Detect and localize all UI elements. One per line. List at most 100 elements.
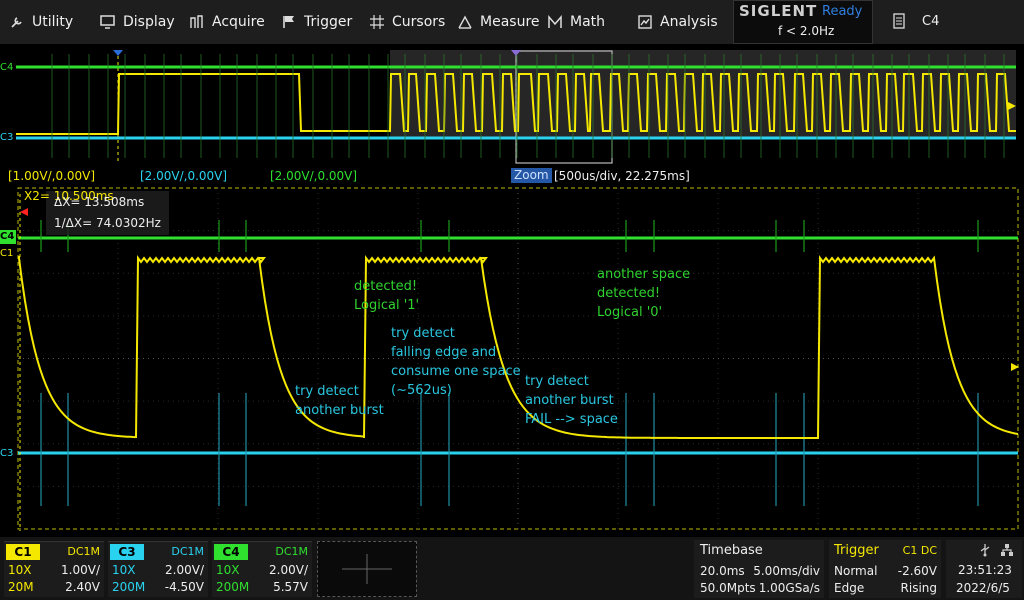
overview-c3-offset-marker: C3 [0, 132, 14, 143]
annotation-try-burst-2: try detect another burst FAIL --> space [525, 372, 618, 429]
annotation-try-falling: try detect falling edge and consume one … [391, 324, 521, 400]
menu-cursors-label: Cursors [392, 14, 446, 30]
menu-utility[interactable]: Utility [10, 0, 73, 44]
menu-acquire-label: Acquire [212, 14, 265, 30]
menu-analysis-label: Analysis [660, 14, 718, 30]
trigger-title: Trigger [834, 543, 879, 558]
annotation-detected-1: detected! Logical '1' [354, 277, 419, 315]
c4-probe: 10X [216, 563, 240, 577]
math-icon [548, 15, 562, 28]
cursor-inverse-delta: 1/ΔX= 74.0302Hz [54, 216, 161, 230]
c3-scale: 2.00V/ [165, 563, 204, 577]
timebase-delay: 20.0ms [700, 564, 745, 578]
add-channel-slot[interactable] [317, 541, 417, 597]
zoom-label[interactable]: Zoom [511, 168, 552, 183]
network-icon [1001, 544, 1013, 556]
timebase-scale: 5.00ms/div [753, 564, 820, 578]
trigger-type: Edge [834, 581, 865, 595]
menu-acquire[interactable]: Acquire [190, 0, 265, 44]
monitor-icon [100, 15, 115, 29]
timebase-title: Timebase [700, 543, 763, 558]
trigger-level: -2.60V [897, 564, 937, 578]
annotation-try-burst-1: try detect another burst [295, 382, 384, 420]
annotation-line: consume one space [391, 364, 521, 379]
c4-bandwidth: 200M [216, 580, 250, 594]
c1-scale: 1.00V/ [61, 563, 100, 577]
flag-icon [283, 16, 294, 28]
c4-scale: 2.00V/ [269, 563, 308, 577]
annotation-line: try detect [391, 326, 455, 341]
menu-display[interactable]: Display [100, 0, 175, 44]
annotation-another-space: another space detected! Logical '0' [597, 265, 690, 322]
wrench-icon [11, 17, 22, 28]
c1-probe: 10X [8, 563, 32, 577]
clock-date: 2022/6/5 [956, 581, 1010, 595]
c3-scale-readout: [2.00V/,0.00V] [140, 169, 228, 183]
annotation-line: detected! [354, 279, 418, 294]
c3-offset: -4.50V [164, 580, 204, 594]
c4-scale-readout: [2.00V/,0.00V] [270, 169, 358, 183]
trigger-mode: Normal [834, 564, 878, 578]
trigger-panel[interactable]: Trigger C1 DC Normal -2.60V Edge Rising [829, 540, 941, 598]
c1-offset-marker[interactable]: C1 [0, 247, 16, 261]
brand-logo: SIGLENT [739, 2, 818, 20]
annotation-line: (~562us) [391, 383, 452, 398]
clock-panel: 23:51:23 2022/6/5 [946, 540, 1022, 598]
crosshair-icon [370, 15, 384, 29]
c1-offset: 2.40V [65, 580, 100, 594]
c1-coupling: DC1M [67, 545, 100, 558]
c3-tag: C3 [110, 544, 144, 560]
c3-offset-marker[interactable]: C3 [0, 447, 16, 461]
annotation-line: another burst [525, 393, 614, 408]
measure-icon [458, 15, 472, 29]
annotation-line: another burst [295, 403, 384, 418]
menu-analysis[interactable]: Analysis [638, 0, 718, 44]
annotation-line: falling edge and [391, 345, 497, 360]
trigger-source[interactable]: C4 [922, 14, 939, 29]
channel-box-c4[interactable]: C4 DC1M 10X 2.00V/ 200M 5.57V [212, 541, 312, 597]
c3-probe: 10X [112, 563, 136, 577]
annotation-line: Logical '1' [354, 298, 420, 313]
cursor-delta-x: ΔX= 13.508ms [54, 195, 145, 209]
menu-measure[interactable]: Measure [458, 0, 540, 44]
annotation-line: try detect [525, 374, 589, 389]
menu-math-label: Math [570, 14, 606, 30]
crosshair-placeholder-icon [342, 554, 392, 584]
menu-bar: Utility Display Acquire Trigger Cursors … [0, 0, 1024, 44]
overview-c4-offset-marker: C4 [0, 62, 14, 73]
menu-math[interactable]: Math [548, 0, 605, 44]
status-panel: SIGLENT Ready f < 2.0Hz [733, 0, 873, 44]
zoom-info: [500us/div, 22.275ms] [554, 169, 690, 183]
analysis-icon [638, 15, 652, 29]
sample-rate: 1.00GSa/s [758, 581, 820, 595]
c4-offset: 5.57V [273, 580, 308, 594]
trigger-slope: Rising [900, 581, 937, 595]
annotation-line: detected! [597, 286, 661, 301]
c4-tag: C4 [214, 544, 248, 560]
menu-utility-label: Utility [32, 14, 74, 30]
menu-display-label: Display [123, 14, 175, 30]
c1-tag: C1 [6, 544, 40, 560]
clock-time: 23:51:23 [958, 563, 1012, 577]
acquisition-status: Ready [822, 4, 863, 19]
menu-measure-label: Measure [480, 14, 540, 30]
c4-offset-marker[interactable]: C4 [0, 230, 16, 244]
timebase-panel[interactable]: Timebase 20.0ms 5.00ms/div 50.0Mpts 1.00… [694, 540, 824, 598]
c3-coupling: DC1M [171, 545, 204, 558]
overview-waveform[interactable]: C4 C3 [16, 50, 1016, 164]
channel-box-c3[interactable]: C3 DC1M 10X 2.00V/ 200M -4.50V [108, 541, 208, 597]
trigger-source-coupling: C1 DC [902, 544, 937, 557]
menu-cursors[interactable]: Cursors [370, 0, 445, 44]
menu-trigger[interactable]: Trigger [282, 0, 352, 44]
annotation-line: try detect [295, 384, 359, 399]
c3-bandwidth: 200M [112, 580, 146, 594]
document-icon[interactable] [893, 13, 905, 29]
menu-trigger-label: Trigger [304, 14, 353, 30]
annotation-line: another space [597, 267, 691, 282]
acquire-icon [190, 15, 203, 28]
annotation-line: Logical '0' [597, 305, 663, 320]
annotation-line: FAIL --> space [525, 412, 618, 427]
usb-icon [980, 544, 990, 557]
memory-depth: 50.0Mpts [700, 581, 756, 595]
channel-box-c1[interactable]: C1 DC1M 10X 1.00V/ 20M 2.40V [4, 541, 104, 597]
